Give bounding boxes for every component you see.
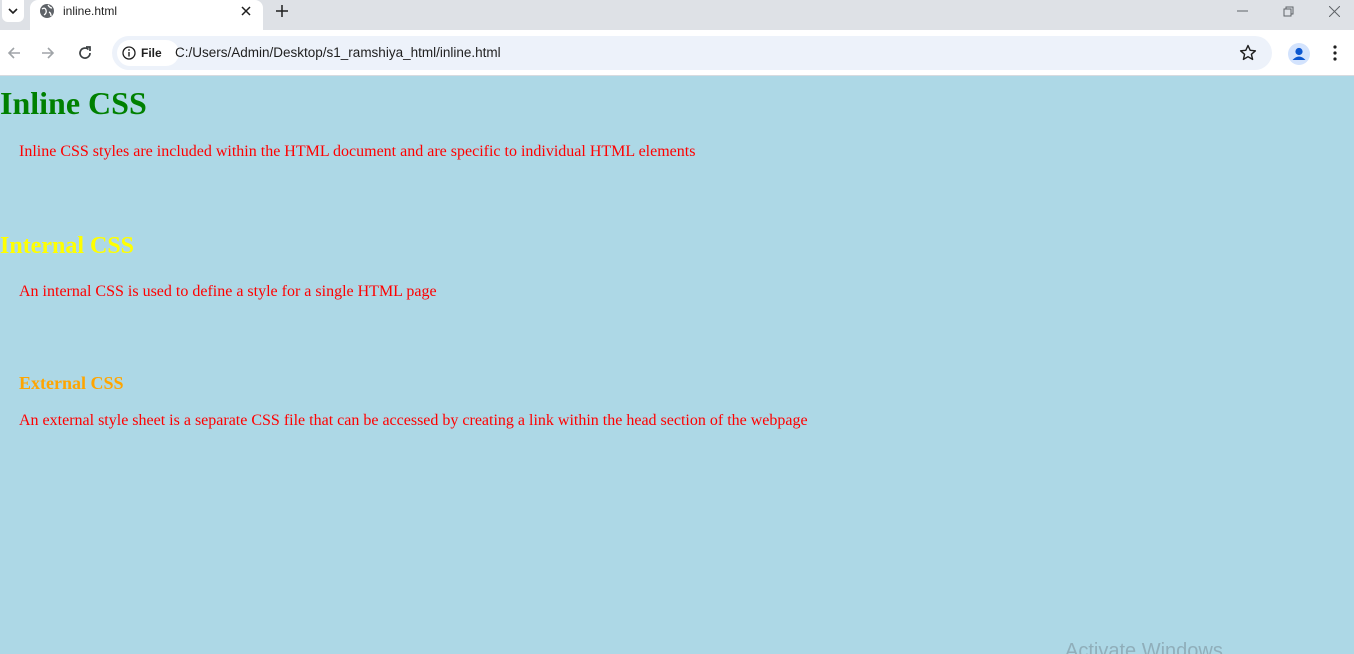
tab-title: inline.html bbox=[63, 4, 118, 18]
page-content: Inline CSS Inline CSS styles are include… bbox=[0, 77, 1354, 654]
profile-icon[interactable] bbox=[1287, 42, 1311, 66]
forward-arrow-icon bbox=[42, 47, 55, 59]
globe-icon bbox=[40, 4, 54, 18]
paragraph-external-css: An external style sheet is a separate CS… bbox=[19, 412, 808, 429]
tab-search-icon bbox=[8, 8, 18, 15]
paragraph-internal-css: An internal CSS is used to define a styl… bbox=[19, 283, 437, 300]
minimize-icon bbox=[1236, 10, 1248, 12]
back-arrow-icon bbox=[7, 47, 20, 59]
forward-button[interactable] bbox=[36, 41, 60, 65]
info-icon bbox=[122, 46, 136, 60]
activate-windows-watermark: Activate Windows bbox=[1065, 640, 1223, 654]
window-close-button[interactable] bbox=[1311, 0, 1354, 22]
url-text: C:/Users/Admin/Desktop/s1_ramshiya_html/… bbox=[175, 45, 501, 60]
tab-strip: inline.html bbox=[0, 0, 1354, 30]
plus-icon bbox=[276, 5, 288, 17]
heading-internal-css: Internal CSS bbox=[0, 233, 135, 259]
browser-toolbar: File C:/Users/Admin/Desktop/s1_ramshiya_… bbox=[0, 30, 1354, 76]
star-icon[interactable] bbox=[1239, 44, 1257, 62]
close-icon bbox=[241, 6, 251, 16]
tab-close-button[interactable] bbox=[238, 3, 254, 19]
window-close-icon bbox=[1328, 5, 1340, 17]
minimize-button[interactable] bbox=[1219, 0, 1265, 22]
reload-icon bbox=[79, 46, 91, 59]
site-info-label: File bbox=[141, 46, 162, 60]
more-vert-icon bbox=[1333, 45, 1337, 61]
tab-search-button[interactable] bbox=[2, 0, 24, 22]
restore-icon bbox=[1283, 6, 1293, 16]
tab-active[interactable]: inline.html bbox=[30, 0, 263, 30]
heading-external-css: External CSS bbox=[19, 373, 124, 393]
more-menu-button[interactable] bbox=[1325, 43, 1345, 63]
site-info-chip[interactable]: File bbox=[117, 40, 179, 66]
paragraph-inline-css: Inline CSS styles are included within th… bbox=[19, 143, 696, 160]
reload-button[interactable] bbox=[73, 41, 97, 65]
back-button[interactable] bbox=[2, 41, 26, 65]
address-bar[interactable]: File C:/Users/Admin/Desktop/s1_ramshiya_… bbox=[112, 36, 1272, 70]
restore-button[interactable] bbox=[1265, 0, 1311, 22]
heading-inline-css: Inline CSS bbox=[0, 85, 147, 121]
new-tab-button[interactable] bbox=[273, 2, 291, 20]
